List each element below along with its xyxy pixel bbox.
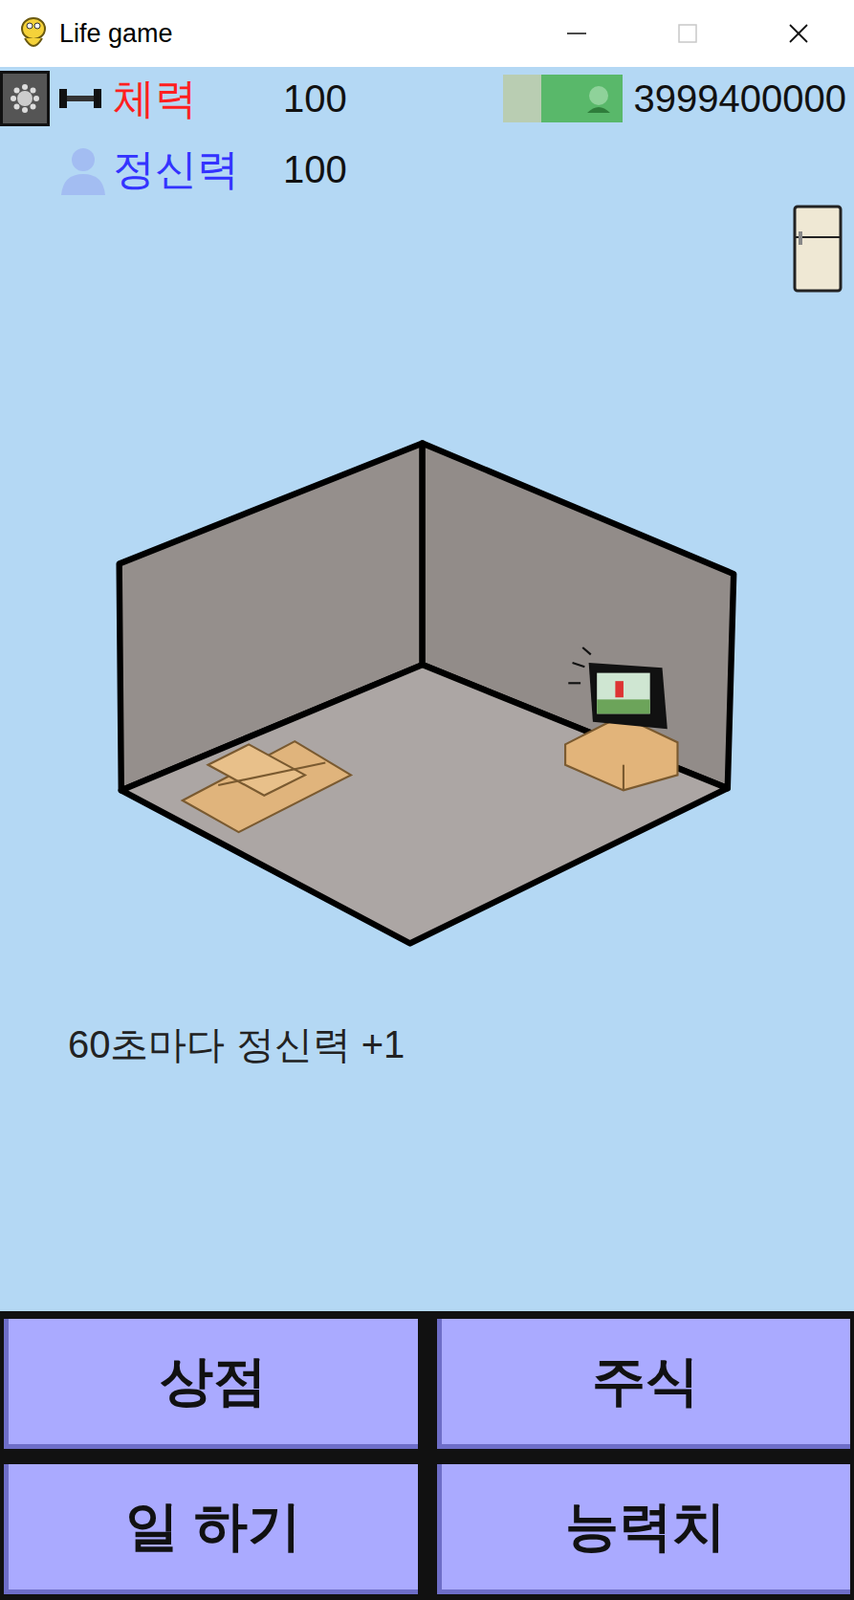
money: 3999400000 (503, 68, 854, 129)
info-text: 60초마다 정신력 +1 (0, 1018, 854, 1072)
stat-row: 정신력100 (0, 139, 348, 199)
game-window: Life game체력100정신력100399940000060초마다 정신력 … (0, 0, 854, 1600)
title-bar: Life game (0, 0, 854, 67)
money-amount: 3999400000 (634, 77, 847, 121)
menu-button[interactable]: 상점 (3, 1318, 418, 1449)
menu-button[interactable]: 일 하기 (3, 1464, 418, 1595)
maximize-icon (677, 22, 699, 44)
minimize-icon (566, 22, 588, 44)
menu-button[interactable]: 능력치 (437, 1464, 852, 1595)
close-icon (788, 22, 810, 44)
cardboard-bed[interactable] (181, 741, 351, 833)
close-button[interactable] (743, 0, 854, 67)
maximize-button (632, 0, 744, 67)
room (0, 436, 854, 952)
fridge-row (0, 204, 854, 293)
stats: 체력100정신력100 (0, 68, 348, 199)
banknote-icon (503, 74, 623, 123)
window-title: Life game (59, 19, 522, 49)
stat-label: 체력 (112, 70, 284, 128)
status-header: 체력100정신력1003999400000 (0, 66, 854, 199)
menu-button[interactable]: 주식 (437, 1318, 852, 1449)
menu-buttons: 상점주식일 하기능력치 (0, 1311, 854, 1600)
dumbbell-icon (57, 86, 104, 111)
person-icon (57, 143, 110, 196)
room-drawing (110, 436, 745, 952)
stat-value: 100 (283, 148, 348, 192)
game-screen: 체력100정신력100399940000060초마다 정신력 +1 (0, 66, 854, 1312)
stat-row: 체력100 (0, 68, 348, 129)
minimize-button[interactable] (521, 0, 633, 67)
settings-button[interactable] (0, 70, 50, 127)
gear-icon (8, 82, 42, 115)
stat-label: 정신력 (112, 141, 284, 198)
stat-value: 100 (283, 77, 348, 121)
fridge-icon[interactable] (792, 204, 843, 293)
tv[interactable] (565, 647, 678, 790)
pygame-icon (17, 15, 50, 52)
